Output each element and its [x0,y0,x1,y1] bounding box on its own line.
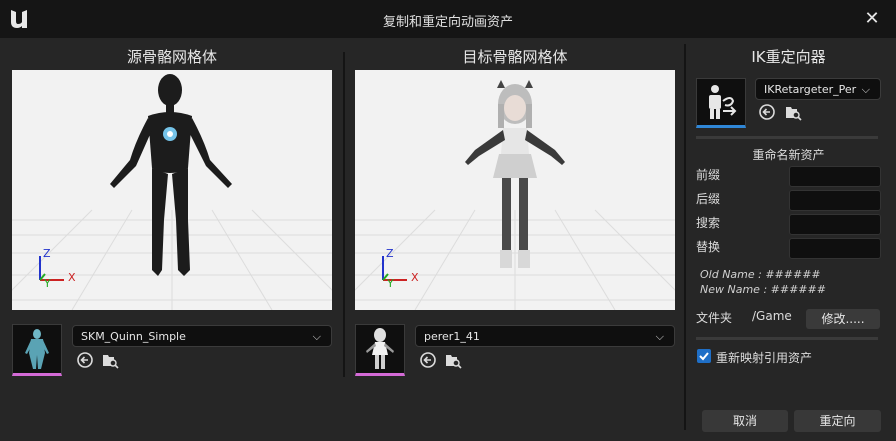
window-title: 复制和重定向动画资产 [382,15,513,30]
chevron-down-icon: ⌵ [861,83,870,96]
y-axis-label: Y [44,277,51,290]
remap-checkbox[interactable] [697,349,711,363]
checkmark-icon [699,352,709,361]
new-name-preview: New Name : ###### [700,283,826,296]
source-viewport[interactable]: Z Y X [12,70,332,310]
divider [696,337,878,340]
browse-arrow-icon[interactable] [419,351,437,369]
suffix-field[interactable] [789,190,881,211]
replace-label: 替换 [696,240,721,254]
retarget-person-icon [709,85,737,119]
prefix-label: 前缀 [696,168,721,182]
retargeter-thumbnail[interactable] [696,78,746,128]
find-folder-icon[interactable] [101,351,119,369]
x-axis-label: X [68,271,76,284]
find-folder-icon[interactable] [444,351,462,369]
chevron-down-icon: ⌵ [312,330,321,343]
panel-divider [343,52,345,377]
folder-label: 文件夹 [696,311,733,325]
find-folder-icon[interactable] [784,103,802,121]
replace-field[interactable] [789,238,881,259]
source-thumbnail[interactable] [12,324,62,376]
close-icon[interactable]: ✕ [860,7,884,31]
target-asset-dropdown[interactable]: perer1_41 ⌵ [415,325,675,347]
panel-divider [684,44,686,430]
z-axis-label: Z [43,247,51,260]
suffix-label: 后缀 [696,192,721,206]
rename-heading: 重命名新资产 [752,148,825,162]
divider [696,136,878,139]
source-heading: 源骨骼网格体 [126,48,217,66]
x-axis-label: X [411,271,419,284]
remap-label: 重新映射引用资产 [716,351,813,365]
y-axis-label: Y [387,277,394,290]
retargeter-asset-dropdown[interactable]: IKRetargeter_Per ⌵ [755,78,881,100]
cancel-button[interactable]: 取消 [702,410,788,432]
target-thumbnail[interactable] [355,324,405,376]
chevron-down-icon: ⌵ [655,330,664,343]
target-asset-value: perer1_41 [424,330,480,343]
source-asset-value: SKM_Quinn_Simple [81,330,186,343]
target-viewport[interactable]: Z Y X [355,70,675,310]
folder-path: /Game [752,309,792,323]
prefix-field[interactable] [789,166,881,187]
target-heading: 目标骨骼网格体 [462,48,568,66]
source-preview-scene [12,74,332,310]
browse-arrow-icon[interactable] [76,351,94,369]
old-name-preview: Old Name : ###### [700,268,821,281]
z-axis-label: Z [386,247,394,260]
browse-arrow-icon[interactable] [758,103,776,121]
retargeter-heading: IK重定向器 [751,48,826,66]
search-field[interactable] [789,214,881,235]
retarget-button[interactable]: 重定向 [794,410,881,432]
target-preview-scene [355,80,675,310]
retargeter-asset-value: IKRetargeter_Per [764,83,857,96]
source-asset-dropdown[interactable]: SKM_Quinn_Simple ⌵ [72,325,332,347]
search-label: 搜索 [696,216,721,230]
change-folder-button[interactable]: 修改..... [806,309,880,329]
